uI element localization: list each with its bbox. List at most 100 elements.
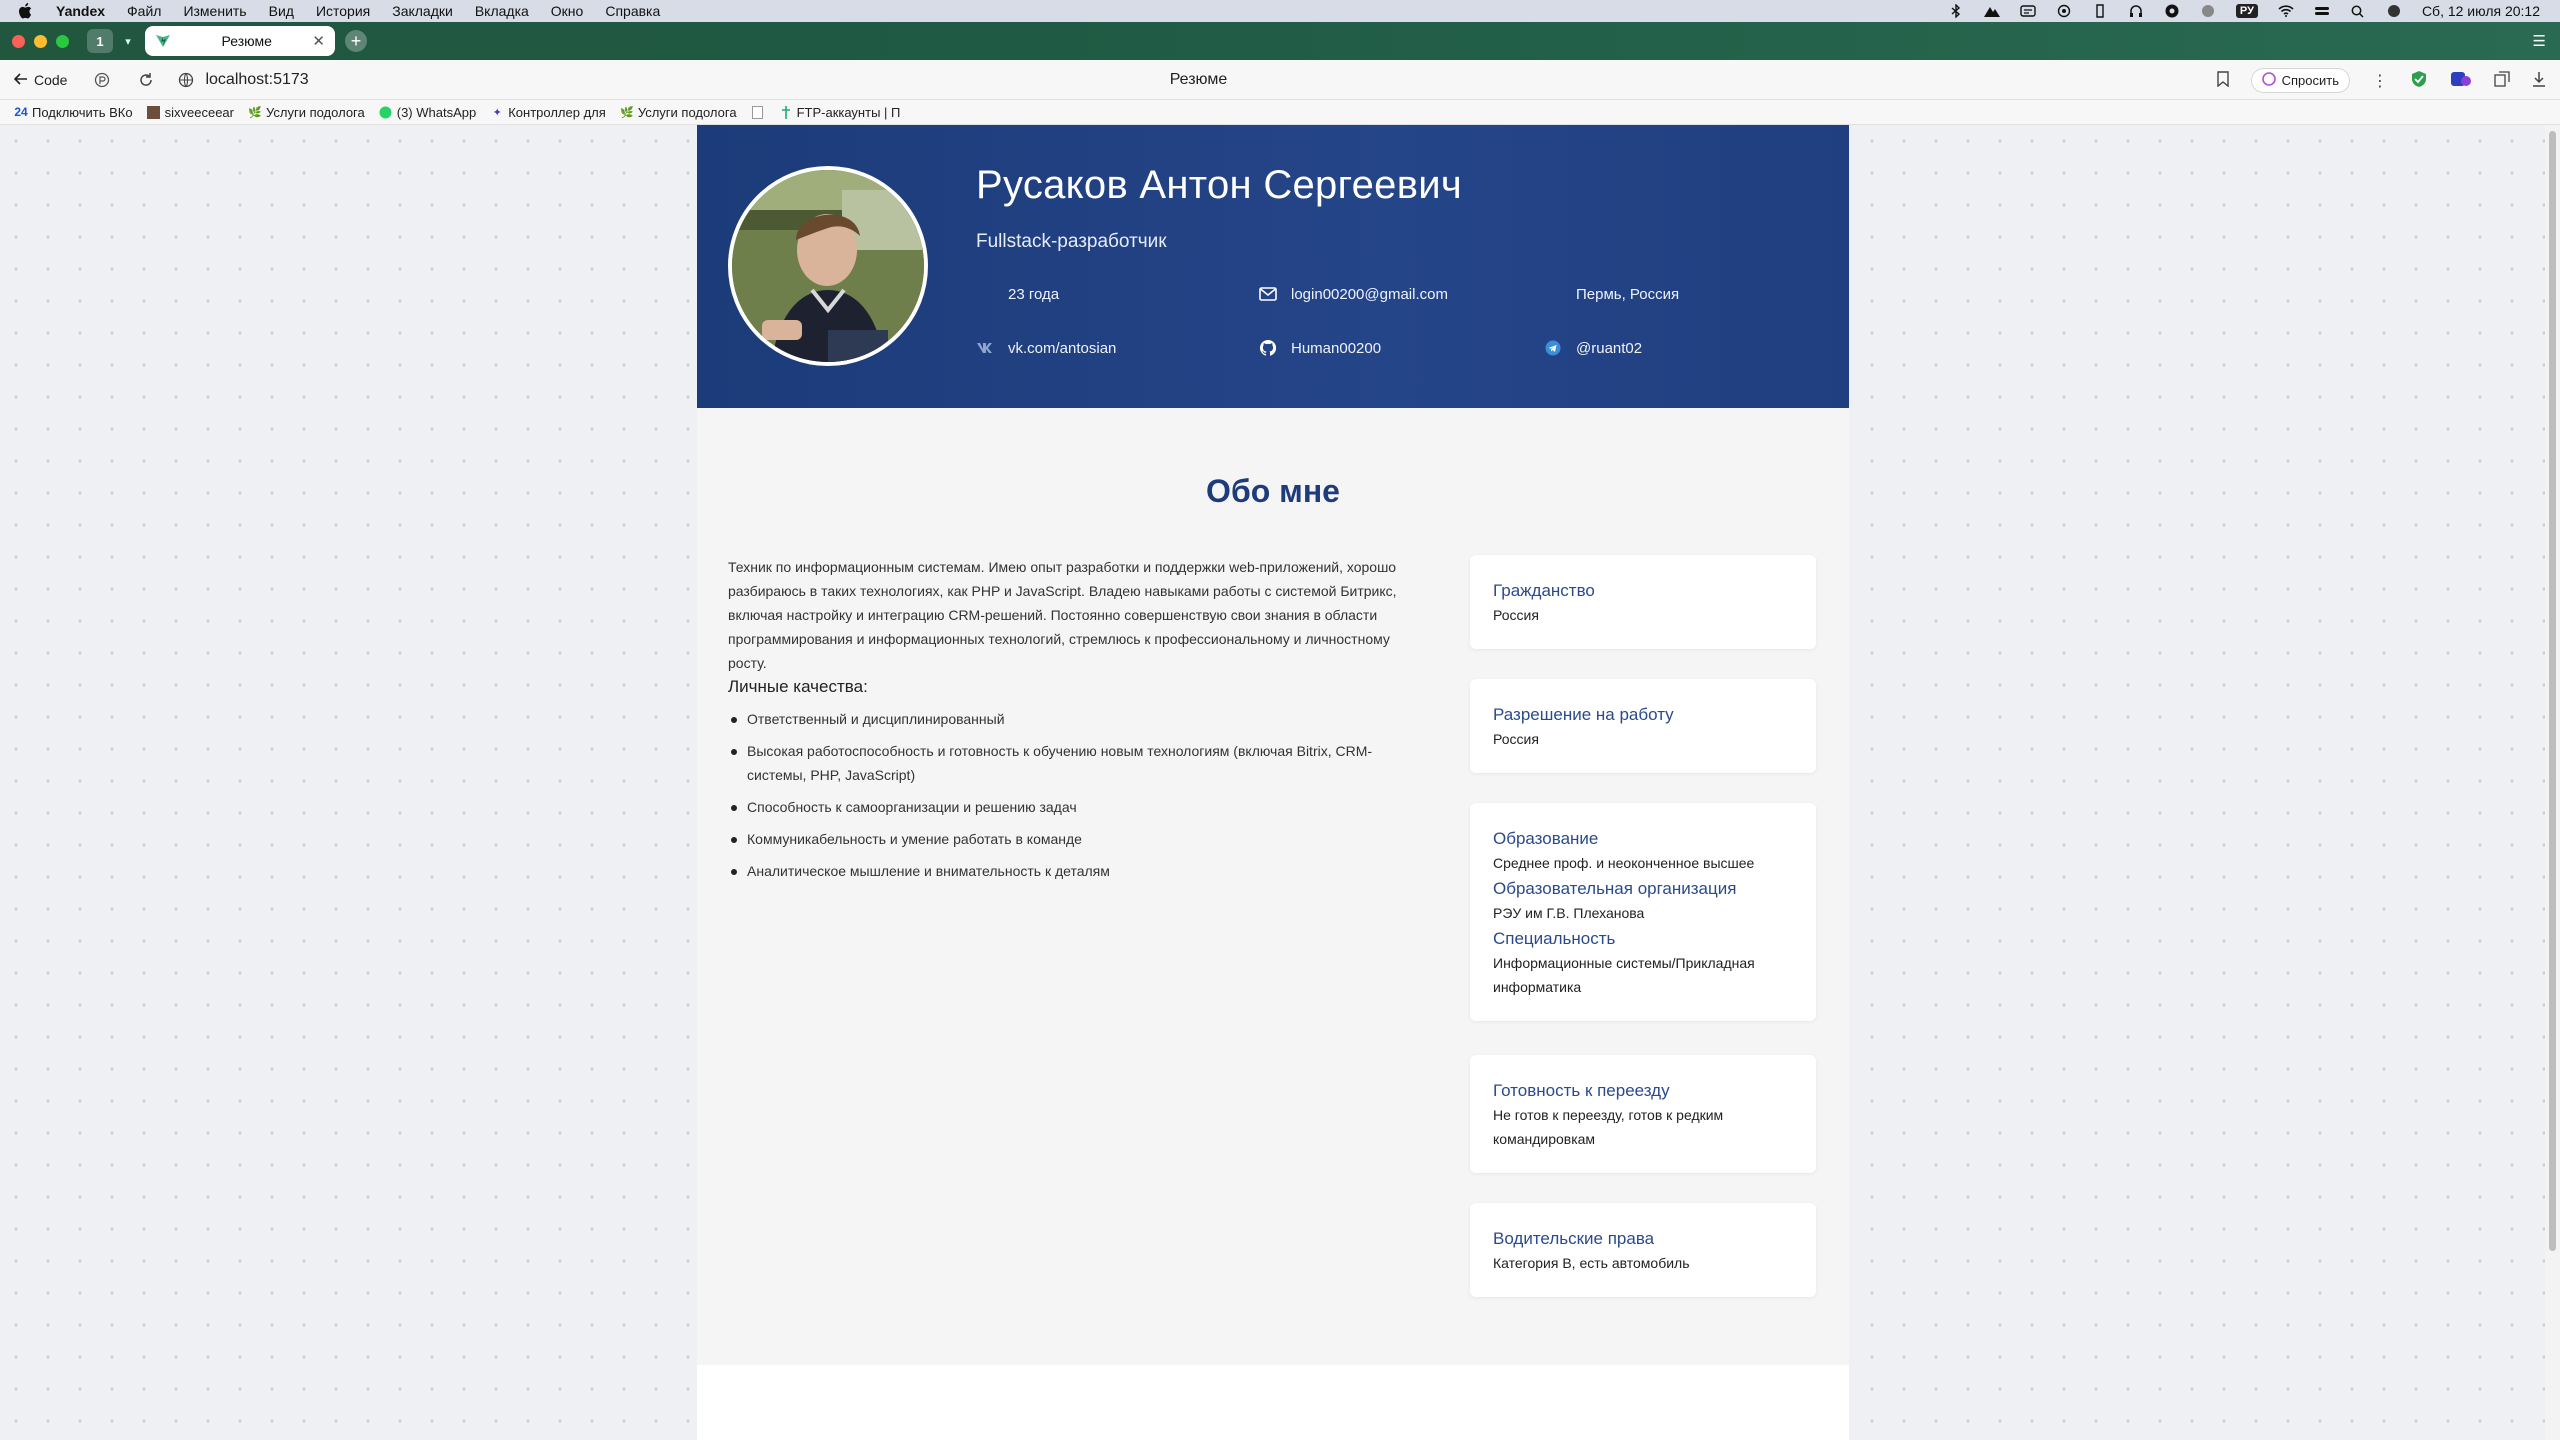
tab-title: Резюме bbox=[221, 33, 272, 49]
control-center-icon[interactable] bbox=[2314, 4, 2330, 18]
headphones-icon[interactable] bbox=[2128, 4, 2144, 18]
clip-icon[interactable] bbox=[2092, 4, 2108, 18]
list-item: Коммуникабельность и умение работать в к… bbox=[728, 827, 1408, 851]
next-section bbox=[697, 1365, 1849, 1440]
new-tab-button[interactable]: + bbox=[345, 30, 367, 52]
collections-icon[interactable] bbox=[2494, 70, 2510, 91]
ask-label: Спросить bbox=[2281, 73, 2339, 88]
menu-app-name[interactable]: Yandex bbox=[56, 3, 105, 19]
card-value: Среднее проф. и неоконченное высшее bbox=[1493, 855, 1755, 871]
card-value: Россия bbox=[1493, 731, 1539, 747]
menu-bookmarks[interactable]: Закладки bbox=[392, 3, 453, 19]
relocation-card: Готовность к переезду Не готов к переезд… bbox=[1470, 1055, 1816, 1173]
sync-icon[interactable] bbox=[2056, 4, 2072, 18]
ftp-icon bbox=[779, 105, 793, 119]
tab-list-icon[interactable]: ☰ bbox=[2533, 32, 2546, 50]
input-language-badge[interactable]: РУ bbox=[2235, 4, 2258, 18]
bookmark-label: FTP-аккаунты | П bbox=[796, 104, 901, 120]
avatar bbox=[728, 166, 928, 366]
contact-telegram[interactable]: @ruant02 bbox=[1544, 339, 1642, 357]
extension-icon[interactable] bbox=[2450, 70, 2472, 92]
bookmark-label: Контроллер для bbox=[508, 104, 606, 120]
bluetooth-icon[interactable] bbox=[1948, 4, 1964, 18]
contact-vk-value: vk.com/antosian bbox=[1008, 339, 1117, 357]
driving-license-card: Водительские права Категория B, есть авт… bbox=[1470, 1203, 1816, 1297]
contact-github-value: Human00200 bbox=[1291, 339, 1382, 357]
bookmark-item[interactable]: (3) WhatsApp bbox=[379, 105, 476, 120]
bookmark-icon[interactable] bbox=[2216, 70, 2229, 91]
adblock-shield-icon[interactable] bbox=[2410, 70, 2428, 92]
menu-file[interactable]: Файл bbox=[127, 3, 161, 19]
image-icon bbox=[147, 105, 161, 119]
datetime-label[interactable]: Сб, 12 июля 20:12 bbox=[2422, 3, 2540, 19]
menu-view[interactable]: Вид bbox=[269, 3, 294, 19]
siri-icon[interactable] bbox=[2386, 4, 2402, 18]
bookmark-item[interactable]: 🌿 Услуги подолога bbox=[620, 105, 737, 120]
wifi-icon[interactable] bbox=[2278, 4, 2294, 18]
contact-location-value: Пермь, Россия bbox=[1576, 285, 1680, 303]
close-window-button[interactable] bbox=[12, 34, 25, 48]
close-tab-icon[interactable]: ✕ bbox=[312, 32, 325, 50]
apple-icon[interactable] bbox=[18, 2, 36, 20]
bookmark-item[interactable]: 🌿 Услуги подолога bbox=[248, 105, 365, 120]
message-icon[interactable] bbox=[2020, 4, 2036, 18]
zoom-window-button[interactable] bbox=[56, 34, 69, 48]
vite-favicon-icon bbox=[155, 33, 171, 49]
macos-menubar: Yandex Файл Изменить Вид История Закладк… bbox=[0, 0, 2560, 22]
contact-email[interactable]: login00200@gmail.com bbox=[1259, 285, 1448, 303]
about-title: Обо мне bbox=[1206, 473, 1340, 509]
address-actions: Спросить ⋮ bbox=[2216, 68, 2546, 93]
minimize-window-button[interactable] bbox=[34, 34, 47, 48]
github-icon bbox=[1259, 339, 1277, 357]
bookmarks-bar: 24 Подключить ВКо sixveeceear 🌿 Услуги п… bbox=[0, 100, 2560, 125]
tab-counter-button[interactable]: 1 bbox=[87, 29, 113, 53]
profile-header: Русаков Антон Сергеевич Fullstack-разраб… bbox=[697, 125, 1849, 408]
contact-email-value: login00200@gmail.com bbox=[1291, 285, 1448, 303]
card-value: Категория B, есть автомобиль bbox=[1493, 1255, 1690, 1271]
menu-help[interactable]: Справка bbox=[605, 3, 660, 19]
contact-github[interactable]: Human00200 bbox=[1259, 339, 1381, 357]
circle-app-icon[interactable] bbox=[2200, 4, 2216, 18]
mountain-icon[interactable] bbox=[1983, 4, 2000, 18]
bookmark-item[interactable]: 24 Подключить ВКо bbox=[14, 104, 133, 120]
contact-age-value: 23 года bbox=[1008, 285, 1060, 303]
ask-alice-button[interactable]: Спросить bbox=[2250, 68, 2350, 93]
menu-tab[interactable]: Вкладка bbox=[475, 3, 529, 19]
vk-icon bbox=[976, 339, 994, 357]
bookmark-item[interactable]: FTP-аккаунты | П bbox=[779, 104, 901, 120]
card-value: Россия bbox=[1493, 607, 1539, 623]
card-label: Специальность bbox=[1493, 929, 1616, 948]
card-value: РЭУ им Г.В. Плеханова bbox=[1493, 905, 1645, 921]
card-label: Гражданство bbox=[1493, 581, 1595, 600]
about-text: Техник по информационным системам. Имею … bbox=[728, 559, 1397, 671]
browser-tab-strip: 1 ▾ Резюме ✕ + ☰ bbox=[0, 22, 2560, 60]
card-value: Не готов к переезду, готов к редким кома… bbox=[1493, 1107, 1724, 1147]
game-controller-icon[interactable] bbox=[2164, 4, 2180, 18]
profile-name: Русаков Антон Сергеевич bbox=[976, 163, 1463, 207]
download-icon[interactable] bbox=[2532, 71, 2546, 91]
page-scrollbar[interactable] bbox=[2545, 125, 2560, 1440]
menu-edit[interactable]: Изменить bbox=[183, 3, 246, 19]
card-label: Образование bbox=[1493, 829, 1599, 848]
work-permit-card: Разрешение на работу Россия bbox=[1470, 679, 1816, 773]
bookmark-item[interactable]: ✦ Контроллер для bbox=[490, 105, 606, 120]
address-bar: Code localhost:5173 Резюме Спросить ⋮ bbox=[0, 60, 2560, 100]
tab-active[interactable]: Резюме ✕ bbox=[145, 26, 335, 56]
contact-vk[interactable]: vk.com/antosian bbox=[976, 339, 1116, 357]
bookmark-label: Подключить ВКо bbox=[32, 104, 133, 120]
qualities-list: Ответственный и дисциплинированный Высок… bbox=[728, 707, 1408, 891]
list-item: Аналитическое мышление и внимательность … bbox=[728, 859, 1408, 883]
chevron-down-icon[interactable]: ▾ bbox=[119, 35, 137, 48]
scrollbar-thumb[interactable] bbox=[2549, 131, 2556, 1251]
more-vertical-icon[interactable]: ⋮ bbox=[2372, 71, 2388, 91]
citizenship-card: Гражданство Россия bbox=[1470, 555, 1816, 649]
resume-page: Русаков Антон Сергеевич Fullstack-разраб… bbox=[697, 125, 1849, 1440]
search-icon[interactable] bbox=[2350, 4, 2366, 18]
bookmark-label: Услуги подолога bbox=[637, 104, 737, 120]
menu-history[interactable]: История bbox=[316, 3, 370, 19]
menu-window[interactable]: Окно bbox=[551, 3, 584, 19]
bookmark-item[interactable]: sixveeceear bbox=[147, 105, 234, 120]
bookmark-item[interactable] bbox=[751, 105, 765, 119]
contact-location: Пермь, Россия bbox=[1544, 285, 1679, 303]
24-icon: 24 bbox=[14, 105, 28, 119]
